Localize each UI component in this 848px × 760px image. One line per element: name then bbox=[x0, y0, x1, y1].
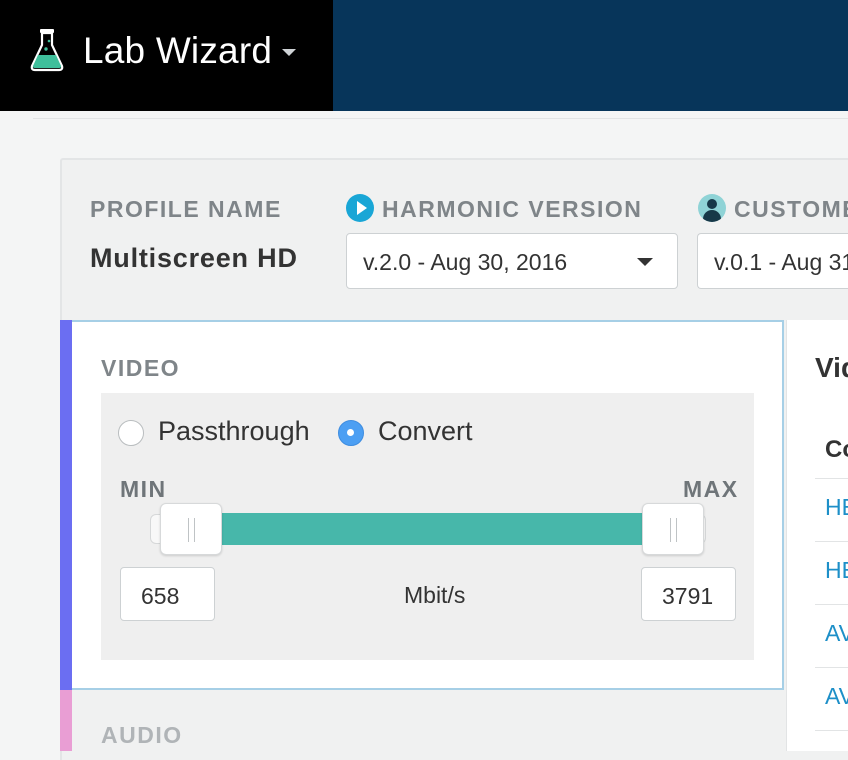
profile-name-label: PROFILE NAME bbox=[90, 196, 282, 222]
audio-accent-bar bbox=[60, 690, 72, 751]
harmonic-version-value: v.2.0 - Aug 30, 2016 bbox=[363, 249, 568, 275]
max-label: MAX bbox=[683, 476, 739, 502]
audio-section-label[interactable]: AUDIO bbox=[101, 722, 183, 749]
video-section-label: VIDEO bbox=[101, 355, 181, 381]
play-circle-icon bbox=[346, 194, 374, 222]
harmonic-version-select[interactable]: v.2.0 - Aug 30, 2016 bbox=[346, 233, 678, 289]
header-divider bbox=[33, 118, 848, 119]
max-bitrate-input[interactable]: 3791 bbox=[641, 567, 736, 621]
flask-icon bbox=[30, 29, 64, 72]
min-bitrate-value: 658 bbox=[141, 583, 180, 609]
table-row-link[interactable]: AV bbox=[825, 683, 848, 710]
app-menu-button[interactable]: Lab Wizard bbox=[0, 0, 333, 111]
max-bitrate-value: 3791 bbox=[662, 583, 714, 609]
row-divider bbox=[815, 730, 848, 731]
row-divider bbox=[815, 667, 848, 668]
convert-label[interactable]: Convert bbox=[378, 416, 473, 447]
min-slider-handle[interactable] bbox=[160, 503, 222, 555]
caret-down-icon bbox=[282, 49, 296, 56]
max-slider-handle[interactable] bbox=[642, 503, 704, 555]
app-title: Lab Wizard bbox=[83, 30, 273, 71]
chevron-down-icon bbox=[637, 258, 653, 266]
table-row-link[interactable]: HE bbox=[825, 557, 848, 584]
table-row-link[interactable]: AV bbox=[825, 620, 848, 647]
passthrough-label[interactable]: Passthrough bbox=[158, 416, 310, 447]
right-panel-title: Vid bbox=[815, 352, 848, 383]
bitrate-slider-range bbox=[190, 513, 674, 545]
min-label: MIN bbox=[120, 476, 167, 502]
convert-radio[interactable] bbox=[338, 420, 364, 446]
bitrate-unit: Mbit/s bbox=[404, 582, 466, 608]
video-accent-bar bbox=[60, 320, 72, 690]
user-circle-icon bbox=[698, 194, 726, 222]
row-divider bbox=[815, 478, 848, 479]
passthrough-radio[interactable] bbox=[118, 420, 144, 446]
customer-version-select[interactable]: v.0.1 - Aug 31 bbox=[697, 233, 848, 289]
customer-version-label: CUSTOME bbox=[734, 196, 848, 222]
harmonic-version-label: HARMONIC VERSION bbox=[382, 196, 643, 222]
row-divider bbox=[815, 604, 848, 605]
customer-version-value: v.0.1 - Aug 31 bbox=[714, 249, 848, 275]
right-panel-column-header: Co bbox=[825, 436, 848, 463]
row-divider bbox=[815, 541, 848, 542]
table-row-link[interactable]: HE bbox=[825, 494, 848, 521]
min-bitrate-input[interactable]: 658 bbox=[120, 567, 215, 621]
profile-name-value: Multiscreen HD bbox=[90, 243, 298, 273]
